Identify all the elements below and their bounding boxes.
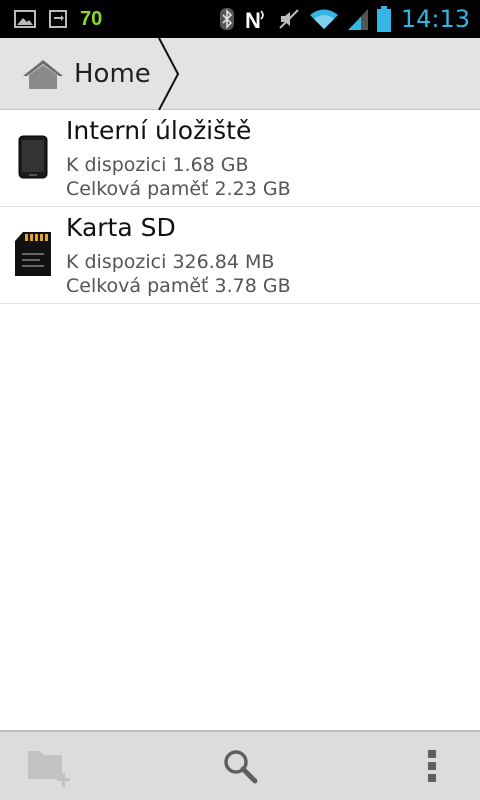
status-bar: 70 N 14:13 [0,0,480,38]
picture-icon [14,9,36,29]
svg-text:N: N [245,8,261,31]
overflow-menu-icon [426,749,438,783]
status-right: N 14:13 [219,5,470,33]
battery-icon [376,6,391,32]
overflow-menu-button[interactable] [412,732,452,800]
storage-available: K dispozici 1.68 GB [66,154,249,176]
wifi-icon [309,7,339,31]
phone-storage-icon [14,134,52,180]
storage-title: Karta SD [66,213,176,242]
clock-time: 14:13 [400,5,470,33]
breadcrumb: Home [0,37,480,111]
storage-list: Interní úložiště K dispozici 1.68 GB Cel… [0,110,480,304]
storage-total: Celková paměť 3.78 GB [66,275,291,297]
chevron-right-icon [156,37,182,114]
storage-item-internal[interactable]: Interní úložiště K dispozici 1.68 GB Cel… [0,110,480,207]
status-left: 70 [14,7,102,31]
home-icon [22,58,64,90]
sd-card-icon [14,231,52,277]
storage-total: Celková paměť 2.23 GB [66,178,291,200]
storage-title: Interní úložiště [66,116,252,145]
nfc-icon: N [243,7,269,31]
search-icon [222,748,258,784]
new-folder-icon [26,745,74,787]
new-folder-button[interactable] [20,732,80,800]
storage-item-sdcard[interactable]: Karta SD K dispozici 326.84 MB Celková p… [0,207,480,304]
bottom-action-bar [0,730,480,800]
bluetooth-icon [219,7,235,31]
storage-available: K dispozici 326.84 MB [66,251,275,273]
breadcrumb-home[interactable]: Home [22,38,151,110]
signal-icon [347,7,369,31]
breadcrumb-home-label: Home [74,59,151,89]
search-button[interactable] [210,732,270,800]
sync-icon [48,9,68,29]
battery-level-text: 70 [80,7,103,30]
mute-icon [277,7,301,31]
